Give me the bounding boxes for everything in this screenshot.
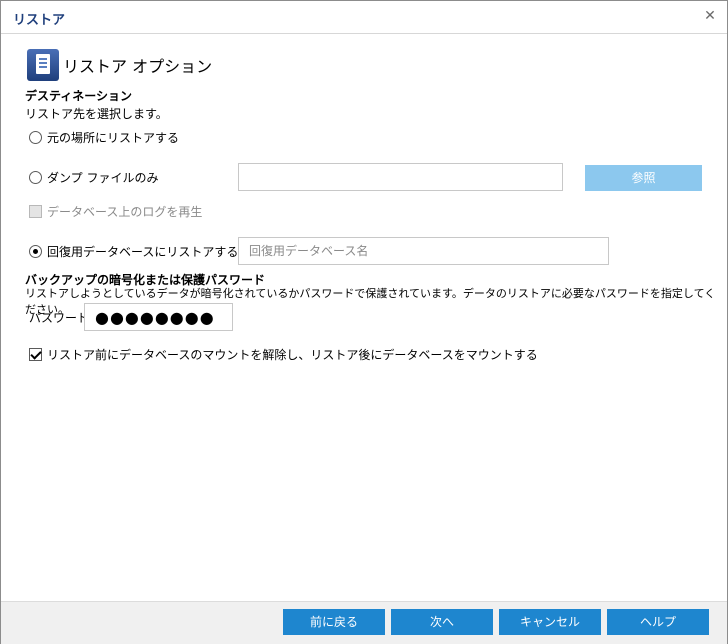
title-bar: リストア ✕	[1, 1, 727, 34]
password-label: パスワード	[29, 311, 90, 325]
mount-option-checkbox[interactable]	[29, 348, 42, 361]
radio-recovery-database-label[interactable]: 回復用データベースにリストアする	[47, 243, 238, 260]
destination-section-title: デスティネーション	[25, 89, 133, 103]
browse-button[interactable]: 参照	[585, 165, 702, 191]
cancel-button[interactable]: キャンセル	[499, 609, 601, 635]
dialog-footer: 前に戻る 次へ キャンセル ヘルプ	[1, 601, 727, 644]
destination-instruction: リストア先を選択します。	[25, 107, 168, 121]
back-button[interactable]: 前に戻る	[283, 609, 385, 635]
content-area: リストア オプション デスティネーション リストア先を選択します。 元の場所にリ…	[7, 35, 721, 599]
radio-original-location[interactable]	[29, 131, 42, 144]
password-field[interactable]	[84, 303, 233, 331]
close-icon[interactable]: ✕	[701, 7, 719, 25]
radio-original-location-label[interactable]: 元の場所にリストアする	[47, 129, 179, 146]
page-title: リストア オプション	[63, 57, 213, 76]
restore-options-icon	[27, 49, 59, 81]
window-title: リストア	[13, 13, 66, 28]
radio-recovery-database[interactable]	[29, 245, 42, 258]
mount-option-label[interactable]: リストア前にデータベースのマウントを解除し、リストア後にデータベースをマウントす…	[47, 346, 538, 363]
dump-file-path-input[interactable]	[238, 163, 563, 191]
help-button[interactable]: ヘルプ	[607, 609, 709, 635]
recovery-database-name-input[interactable]	[238, 237, 609, 265]
radio-dump-file-label[interactable]: ダンプ ファイルのみ	[47, 169, 158, 186]
replay-logs-label: データベース上のログを再生	[47, 205, 203, 219]
replay-logs-checkbox[interactable]	[29, 205, 42, 218]
next-button[interactable]: 次へ	[391, 609, 493, 635]
restore-dialog: リストア ✕ リストア オプション デスティネーション リストア先を選択します。…	[0, 0, 728, 644]
radio-dump-file[interactable]	[29, 171, 42, 184]
